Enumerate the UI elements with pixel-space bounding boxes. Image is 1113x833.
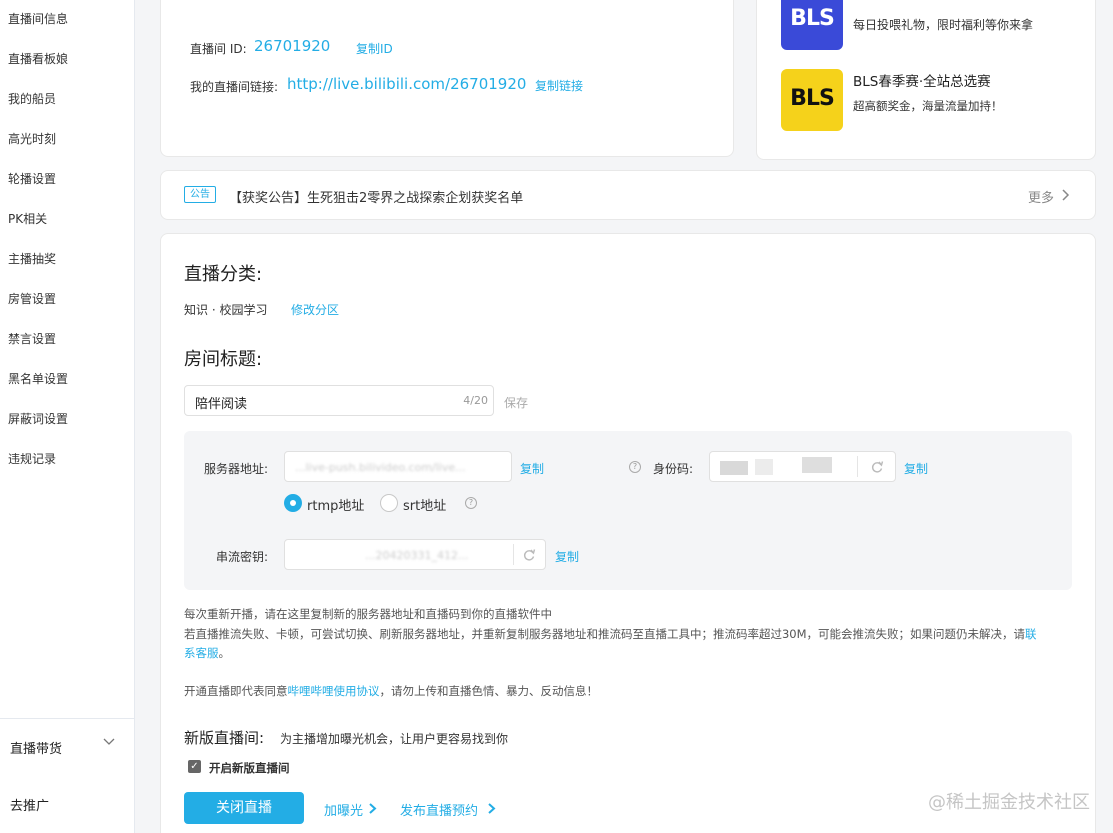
note-line: 若直播推流失败、卡顿，可尝试切换、刷新服务器地址，并重新复制服务器地址和推流码至… xyxy=(184,627,1037,641)
promo-subtitle: 每日投喂礼物，限时福利等你来拿 xyxy=(853,18,1034,32)
new-room-checkbox[interactable]: ✓ xyxy=(188,760,201,773)
sidebar-item-mascot[interactable]: 直播看板娘 xyxy=(8,50,68,67)
room-link-label: 我的直播间链接: xyxy=(190,80,279,94)
masked-text xyxy=(802,457,832,473)
watermark: @稀土掘金技术社区 xyxy=(928,792,1090,813)
sidebar-item-highlights[interactable]: 高光时刻 xyxy=(8,130,56,147)
new-room-heading: 新版直播间: xyxy=(184,729,265,747)
sidebar-item-pk[interactable]: PK相关 xyxy=(8,210,47,227)
rtmp-radio[interactable] xyxy=(284,494,302,512)
room-title-counter: 4/20 xyxy=(463,394,488,407)
sidebar-item-blocked-words[interactable]: 屏蔽词设置 xyxy=(8,410,68,427)
bls-logo[interactable]: BLS xyxy=(781,69,843,131)
sidebar-item-crew[interactable]: 我的船员 xyxy=(8,90,56,107)
announcement-tag: 公告 xyxy=(184,186,216,203)
copy-id-link[interactable]: 复制ID xyxy=(356,40,393,57)
chevron-down-icon[interactable] xyxy=(103,735,115,747)
srt-radio[interactable] xyxy=(380,494,398,512)
sidebar-item-moderators[interactable]: 房管设置 xyxy=(8,290,56,307)
room-id-label: 直播间 ID: xyxy=(190,42,247,56)
help-icon[interactable]: ? xyxy=(465,497,477,509)
room-id-value: 26701920 xyxy=(254,37,331,55)
copy-id-code-link[interactable]: 复制 xyxy=(904,460,928,477)
save-title-button[interactable]: 保存 xyxy=(504,394,528,411)
help-icon[interactable]: ? xyxy=(629,461,641,473)
chevron-right-icon[interactable] xyxy=(1061,188,1071,202)
server-address-input[interactable]: ...live-push.bilivideo.com/live... xyxy=(284,451,512,482)
masked-text xyxy=(755,459,773,475)
id-code-label: 身份码: xyxy=(653,462,694,476)
chevron-right-icon[interactable] xyxy=(368,802,377,815)
boost-exposure-link[interactable]: 加曝光 xyxy=(324,800,363,819)
copy-stream-key-link[interactable]: 复制 xyxy=(555,548,579,565)
refresh-icon[interactable] xyxy=(870,460,884,474)
sidebar-item-lottery[interactable]: 主播抽奖 xyxy=(8,250,56,267)
edit-category-link[interactable]: 修改分区 xyxy=(291,301,339,318)
sidebar-item-promote[interactable]: 去推广 xyxy=(10,795,49,814)
sidebar: 直播间信息 直播看板娘 我的船员 高光时刻 轮播设置 PK相关 主播抽奖 房管设… xyxy=(0,0,135,833)
new-room-checkbox-label[interactable]: 开启新版直播间 xyxy=(209,760,290,776)
sidebar-item-mute[interactable]: 禁言设置 xyxy=(8,330,56,347)
copy-link-link[interactable]: 复制链接 xyxy=(535,77,583,94)
bls-logo[interactable]: BLS xyxy=(781,0,843,50)
room-title-input[interactable]: 陪伴阅读 4/20 xyxy=(184,385,494,416)
sidebar-item-room-info[interactable]: 直播间信息 xyxy=(8,10,68,27)
rtmp-label[interactable]: rtmp地址 xyxy=(307,495,364,514)
category-heading: 直播分类: xyxy=(184,264,263,285)
announcement-more[interactable]: 更多 xyxy=(1028,187,1054,206)
new-room-desc: 为主播增加曝光机会，让用户更容易找到你 xyxy=(280,732,509,746)
stream-key-value: ...20420331_412... xyxy=(365,549,469,562)
stop-live-button[interactable]: 关闭直播 xyxy=(184,792,304,824)
server-address-label: 服务器地址: xyxy=(204,462,269,476)
schedule-live-link[interactable]: 发布直播预约 xyxy=(400,800,478,819)
server-address-value: ...live-push.bilivideo.com/live... xyxy=(295,461,466,474)
promo-title[interactable]: BLS春季赛·全站总选赛 xyxy=(853,70,991,90)
sidebar-item-blacklist[interactable]: 黑名单设置 xyxy=(8,370,68,387)
contact-support-link[interactable]: 联 xyxy=(1025,627,1037,641)
promo-subtitle: 超高额奖金，海量流量加持！ xyxy=(853,99,1003,113)
sidebar-item-live-commerce[interactable]: 直播带货 xyxy=(10,738,62,757)
masked-text xyxy=(720,461,748,475)
user-agreement-link[interactable]: 哔哩哔哩使用协议 xyxy=(288,684,380,698)
refresh-icon[interactable] xyxy=(522,548,536,562)
room-title-heading: 房间标题: xyxy=(184,349,263,370)
sidebar-item-violations[interactable]: 违规记录 xyxy=(8,450,56,467)
id-code-input[interactable] xyxy=(709,451,896,482)
srt-label[interactable]: srt地址 xyxy=(403,495,446,514)
stream-key-input[interactable]: ...20420331_412... xyxy=(284,539,546,570)
announcement-text[interactable]: 【获奖公告】生死狙击2零界之战探索企划获奖名单 xyxy=(229,187,523,206)
sidebar-item-carousel[interactable]: 轮播设置 xyxy=(8,170,56,187)
sidebar-divider xyxy=(0,718,134,719)
stream-key-label: 串流密钥: xyxy=(216,550,269,564)
chevron-right-icon[interactable] xyxy=(487,802,496,815)
category-value: 知识 · 校园学习 xyxy=(184,303,268,317)
contact-support-link[interactable]: 系客服 xyxy=(184,646,219,660)
agreement-note: 开通直播即代表同意哔哩哔哩使用协议，请勿上传和直播色情、暴力、反动信息！ xyxy=(184,684,598,698)
note-line: 系客服。 xyxy=(184,646,230,660)
room-title-value: 陪伴阅读 xyxy=(195,397,248,412)
copy-server-link[interactable]: 复制 xyxy=(520,460,544,477)
room-link-value[interactable]: http://live.bilibili.com/26701920 xyxy=(287,75,526,93)
note-line: 每次重新开播，请在这里复制新的服务器地址和直播码到你的直播软件中 xyxy=(184,607,552,621)
